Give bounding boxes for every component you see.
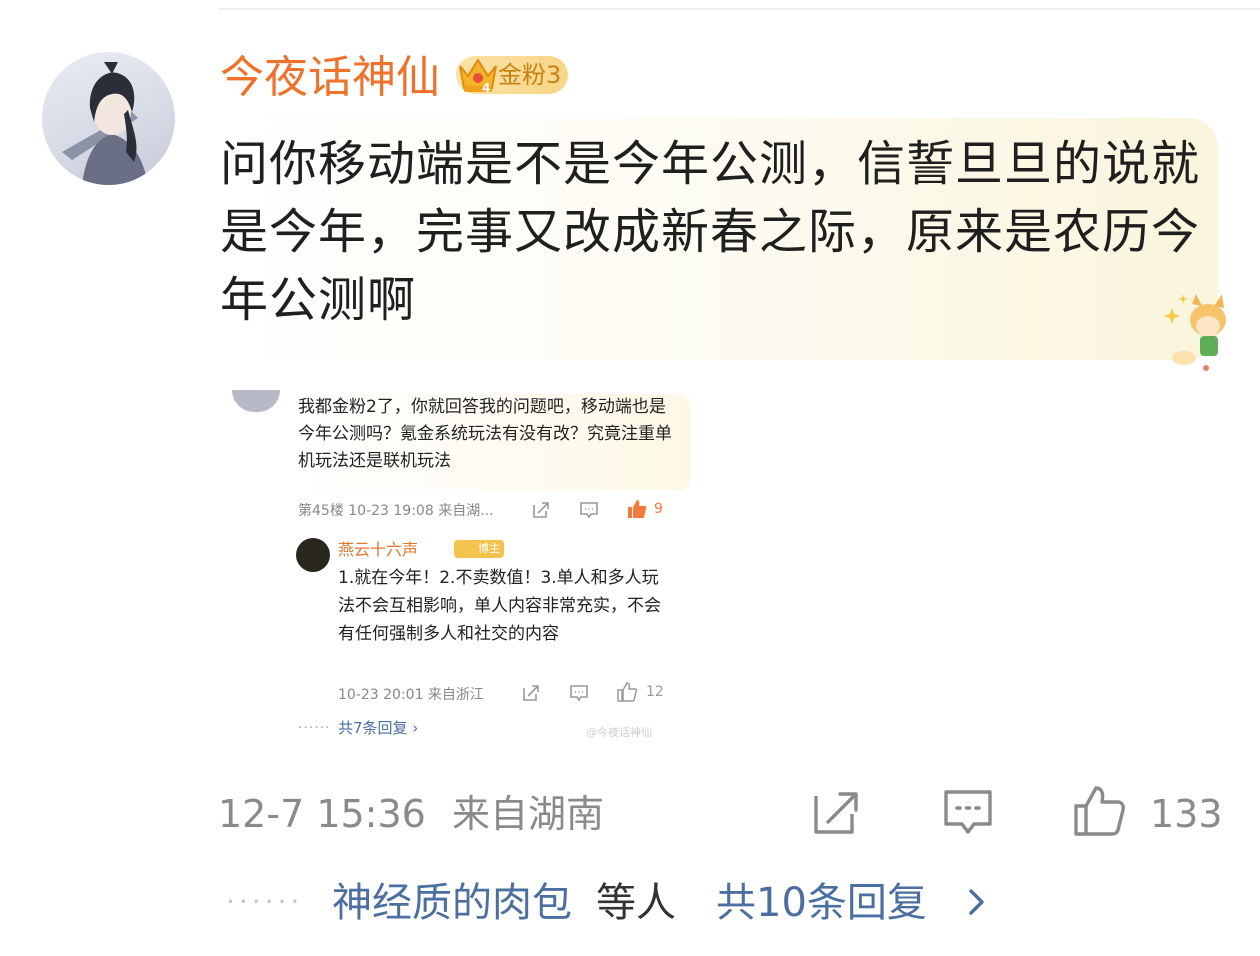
top-divider	[218, 8, 1260, 10]
comment-text: 问你移动端是不是今年公测，信誓旦旦的说就是今年，完事又改成新春之际，原来是农历今…	[220, 136, 1201, 328]
embedded-avatar	[232, 390, 280, 412]
embedded-watermark: @今夜话神仙	[586, 726, 652, 739]
embedded-reply-text: 1.就在今年！2.不卖数值！3.单人和多人玩法不会互相影响，单人内容非常充实，不…	[338, 568, 661, 644]
comment-meta: 12-7 15:36 来自湖南	[218, 790, 604, 838]
embedded-question-text: 我都金粉2了，你就回答我的问题吧，移动端也是今年公测吗？氪金系统玩法有没有改？究…	[298, 397, 672, 471]
crown-icon: 4	[459, 58, 497, 95]
embedded-reply-meta: 10-23 20:01 来自浙江	[338, 687, 484, 703]
avatar[interactable]	[42, 52, 175, 185]
share-icon[interactable]	[808, 784, 864, 840]
embedded-share-icon	[533, 502, 549, 518]
replies-dots: ······	[226, 885, 304, 918]
bubble-sticker-icon	[1164, 294, 1226, 371]
embedded-dots: ······	[298, 720, 331, 736]
like-count: 133	[1150, 792, 1223, 836]
timestamp: 12-7 15:36	[218, 792, 426, 836]
total-replies-link[interactable]: 共10条回复	[716, 878, 927, 928]
chevron-right-icon[interactable]	[966, 884, 988, 920]
reply-users-suffix: 等人	[596, 880, 676, 926]
embedded-replier-tag: 博主	[454, 540, 504, 558]
embedded-reply-likes: 12	[646, 684, 664, 700]
like-icon[interactable]	[1072, 784, 1128, 840]
embedded-reply-comment-icon	[570, 685, 588, 702]
embedded-replier-name: 燕云十六声	[338, 540, 419, 559]
avatar-figure-icon	[62, 62, 148, 185]
badge-level: 4	[482, 81, 490, 95]
embedded-question-meta: 第45楼 10-23 19:08 来自湖...	[298, 503, 494, 519]
embedded-reply-like-icon	[617, 682, 638, 702]
embedded-replier-avatar	[296, 538, 330, 572]
reply-users-link[interactable]: 神经质的肉包	[332, 878, 572, 928]
comment-icon[interactable]	[940, 784, 996, 840]
username[interactable]: 今夜话神仙	[220, 50, 440, 106]
embedded-like-icon	[628, 500, 647, 518]
embedded-more-replies: 共7条回复 ›	[338, 719, 419, 737]
fan-badge[interactable]: 4 金粉3	[456, 56, 568, 95]
embedded-comment-icon	[580, 502, 598, 519]
embedded-question-likes: 9	[654, 501, 663, 517]
fan-badge-label: 金粉3	[498, 61, 562, 89]
embedded-reply-share-icon	[523, 685, 539, 701]
embedded-screenshot: 我都金粉2了，你就回答我的问题吧，移动端也是今年公测吗？氪金系统玩法有没有改？究…	[230, 390, 690, 750]
location: 来自湖南	[451, 792, 604, 836]
